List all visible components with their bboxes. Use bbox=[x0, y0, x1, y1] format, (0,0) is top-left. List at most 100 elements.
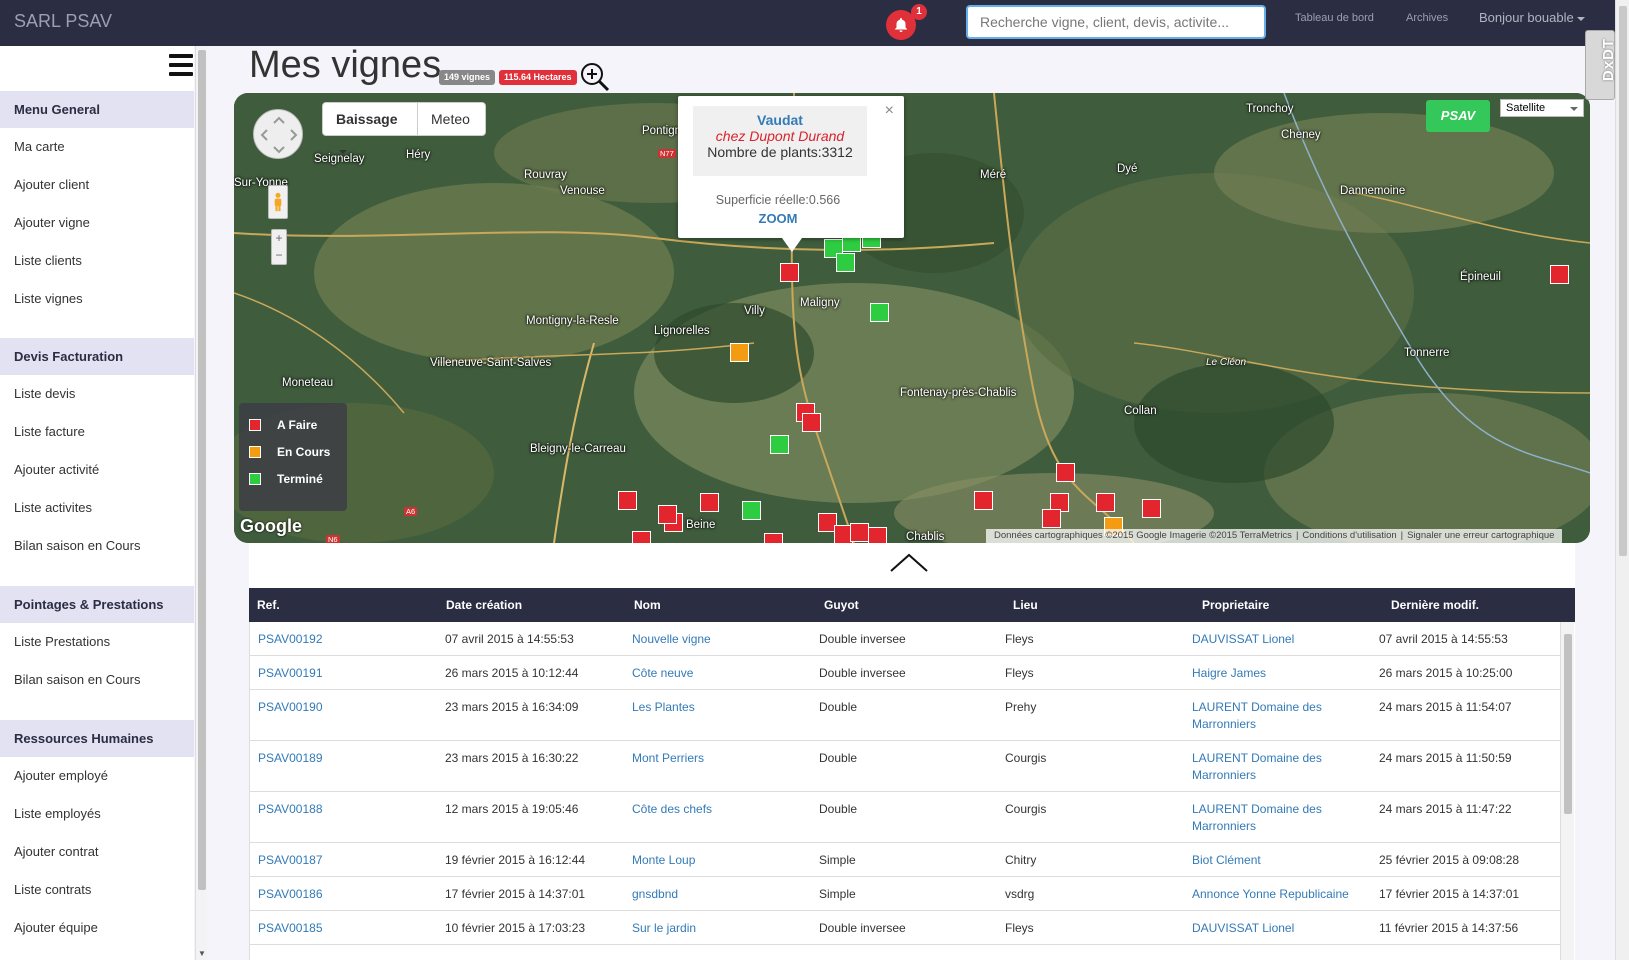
google-logo[interactable]: Google bbox=[240, 516, 302, 537]
vine-marker[interactable] bbox=[836, 253, 855, 272]
vine-marker[interactable] bbox=[1142, 499, 1161, 518]
minus-icon[interactable]: − bbox=[272, 247, 286, 264]
vine-marker[interactable] bbox=[764, 533, 783, 543]
cell-owner[interactable]: Haigre James bbox=[1192, 665, 1342, 682]
close-icon[interactable]: × bbox=[885, 102, 894, 120]
sidebar-item-ajouter-client[interactable]: Ajouter client bbox=[0, 166, 194, 204]
sidebar-scrollbar[interactable]: ▼ bbox=[195, 46, 207, 960]
sidebar-item-liste-devis[interactable]: Liste devis bbox=[0, 375, 194, 413]
vine-marker[interactable] bbox=[700, 493, 719, 512]
hamburger-menu-icon[interactable] bbox=[169, 54, 193, 76]
street-view-pegman-icon[interactable] bbox=[268, 185, 288, 219]
table-scrollbar[interactable] bbox=[1560, 622, 1574, 960]
cell-owner[interactable]: Annonce Yonne Republicaine bbox=[1192, 886, 1372, 903]
vine-marker[interactable] bbox=[974, 491, 993, 510]
cell-ref[interactable]: PSAV00188 bbox=[258, 801, 323, 818]
table-row[interactable]: PSAV00188 12 mars 2015 à 19:05:46 Côte d… bbox=[250, 792, 1560, 843]
terms-of-use-link[interactable]: Conditions d'utilisation bbox=[1298, 530, 1400, 541]
cell-name[interactable]: Nouvelle vigne bbox=[632, 631, 711, 648]
cell-ref[interactable]: PSAV00191 bbox=[258, 665, 323, 682]
brand-name[interactable]: SARL PSAV bbox=[14, 11, 112, 32]
cell-name[interactable]: Côte des chefs bbox=[632, 801, 712, 818]
cell-name[interactable]: Mont Perriers bbox=[632, 750, 704, 767]
cell-ref[interactable]: PSAV00190 bbox=[258, 699, 323, 716]
psav-button[interactable]: PSAV bbox=[1426, 100, 1490, 132]
column-header-name[interactable]: Nom bbox=[634, 588, 661, 622]
sidebar-scrollbar-thumb[interactable] bbox=[198, 50, 206, 890]
vine-marker[interactable] bbox=[802, 413, 821, 432]
vine-marker[interactable] bbox=[770, 435, 789, 454]
zoom-in-icon[interactable] bbox=[580, 62, 610, 92]
sidebar-item-bilan-saison-prestations[interactable]: Bilan saison en Cours bbox=[0, 661, 194, 699]
vine-marker[interactable] bbox=[1056, 463, 1075, 482]
table-row[interactable]: PSAV00189 23 mars 2015 à 16:30:22 Mont P… bbox=[250, 741, 1560, 792]
table-scrollbar-thumb[interactable] bbox=[1564, 634, 1572, 814]
page-scrollbar-thumb[interactable] bbox=[1619, 6, 1627, 556]
zoom-link[interactable]: ZOOM bbox=[678, 211, 878, 226]
collapse-chevron-up-icon[interactable] bbox=[889, 553, 929, 573]
vine-marker[interactable] bbox=[868, 527, 887, 543]
table-row[interactable]: PSAV00190 23 mars 2015 à 16:34:09 Les Pl… bbox=[250, 690, 1560, 741]
sidebar-item-bilan-saison[interactable]: Bilan saison en Cours bbox=[0, 527, 194, 565]
sidebar-item-liste-activites[interactable]: Liste activites bbox=[0, 489, 194, 527]
vine-marker[interactable] bbox=[658, 505, 677, 524]
cell-owner[interactable]: LAURENT Domaine des Marronniers bbox=[1192, 699, 1342, 733]
cell-name[interactable]: Côte neuve bbox=[632, 665, 693, 682]
cell-ref[interactable]: PSAV00185 bbox=[258, 920, 323, 937]
cell-ref[interactable]: PSAV00187 bbox=[258, 852, 323, 869]
cell-owner[interactable]: DAUVISSAT Lionel bbox=[1192, 920, 1342, 937]
cell-ref[interactable]: PSAV00186 bbox=[258, 886, 323, 903]
plus-icon[interactable]: + bbox=[272, 230, 286, 247]
dxdt-extension-badge[interactable]: DxDT bbox=[1585, 30, 1617, 100]
cell-name[interactable]: gnsdbnd bbox=[632, 886, 678, 903]
table-row[interactable]: PSAV00186 17 février 2015 à 14:37:01 gns… bbox=[250, 877, 1560, 911]
sidebar-item-liste-prestations[interactable]: Liste Prestations bbox=[0, 623, 194, 661]
map-zoom-control[interactable]: + − bbox=[271, 229, 287, 265]
column-header-guyot[interactable]: Guyot bbox=[824, 588, 859, 622]
vine-marker[interactable] bbox=[730, 343, 749, 362]
vine-marker[interactable] bbox=[1096, 493, 1115, 512]
vineyard-map[interactable]: Tronchoy Cheney Pontigny Seignelay Héry … bbox=[234, 93, 1590, 543]
table-row[interactable]: PSAV00187 19 février 2015 à 16:12:44 Mon… bbox=[250, 843, 1560, 877]
cell-name[interactable]: Les Plantes bbox=[632, 699, 695, 716]
sidebar-item-ma-carte[interactable]: Ma carte bbox=[0, 128, 194, 166]
sidebar-item-liste-clients[interactable]: Liste clients bbox=[0, 242, 194, 280]
search-input[interactable] bbox=[966, 5, 1266, 39]
sidebar-item-ajouter-activite[interactable]: Ajouter activité bbox=[0, 451, 194, 489]
cell-owner[interactable]: LAURENT Domaine des Marronniers bbox=[1192, 750, 1342, 784]
cell-name[interactable]: Monte Loup bbox=[632, 852, 695, 869]
sidebar-item-liste-facture[interactable]: Liste facture bbox=[0, 413, 194, 451]
report-error-link[interactable]: Signaler une erreur cartographique bbox=[1403, 530, 1558, 541]
vine-marker[interactable] bbox=[780, 263, 799, 282]
vine-marker[interactable] bbox=[870, 303, 889, 322]
column-header-ref[interactable]: Ref. bbox=[257, 588, 280, 622]
sidebar-item-liste-vignes[interactable]: Liste vignes bbox=[0, 280, 194, 318]
page-scrollbar[interactable] bbox=[1615, 0, 1629, 960]
column-header-created[interactable]: Date création bbox=[446, 588, 522, 622]
sidebar-item-ajouter-employe[interactable]: Ajouter employé bbox=[0, 757, 194, 795]
vine-marker[interactable] bbox=[742, 501, 761, 520]
table-row[interactable]: PSAV00191 26 mars 2015 à 10:12:44 Côte n… bbox=[250, 656, 1560, 690]
cell-ref[interactable]: PSAV00189 bbox=[258, 750, 323, 767]
scroll-down-arrow-icon[interactable]: ▼ bbox=[198, 949, 206, 958]
sidebar-item-ajouter-contrat[interactable]: Ajouter contrat bbox=[0, 833, 194, 871]
vine-marker[interactable] bbox=[618, 491, 637, 510]
table-row[interactable]: PSAV00192 07 avril 2015 à 14:55:53 Nouve… bbox=[250, 622, 1560, 656]
vine-marker[interactable] bbox=[1042, 509, 1061, 528]
table-row[interactable]: PSAV00185 10 février 2015 à 17:03:23 Sur… bbox=[250, 911, 1560, 945]
vine-name[interactable]: Vaudat bbox=[693, 112, 867, 128]
column-header-owner[interactable]: Proprietaire bbox=[1202, 588, 1269, 622]
vine-marker[interactable] bbox=[632, 531, 651, 543]
map-pan-control[interactable] bbox=[253, 109, 303, 159]
cell-owner[interactable]: DAUVISSAT Lionel bbox=[1192, 631, 1342, 648]
cell-ref[interactable]: PSAV00192 bbox=[258, 631, 323, 648]
cell-owner[interactable]: LAURENT Domaine des Marronniers bbox=[1192, 801, 1342, 835]
column-header-modified[interactable]: Dernière modif. bbox=[1391, 588, 1479, 622]
nav-dashboard-link[interactable]: Tableau de bord bbox=[1295, 12, 1374, 24]
map-type-select[interactable]: Satellite bbox=[1500, 99, 1584, 117]
cell-name[interactable]: Sur le jardin bbox=[632, 920, 696, 937]
meteo-button[interactable]: Meteo bbox=[417, 102, 486, 136]
vine-marker[interactable] bbox=[1550, 265, 1569, 284]
nav-archives-link[interactable]: Archives bbox=[1406, 12, 1448, 24]
sidebar-item-ajouter-vigne[interactable]: Ajouter vigne bbox=[0, 204, 194, 242]
